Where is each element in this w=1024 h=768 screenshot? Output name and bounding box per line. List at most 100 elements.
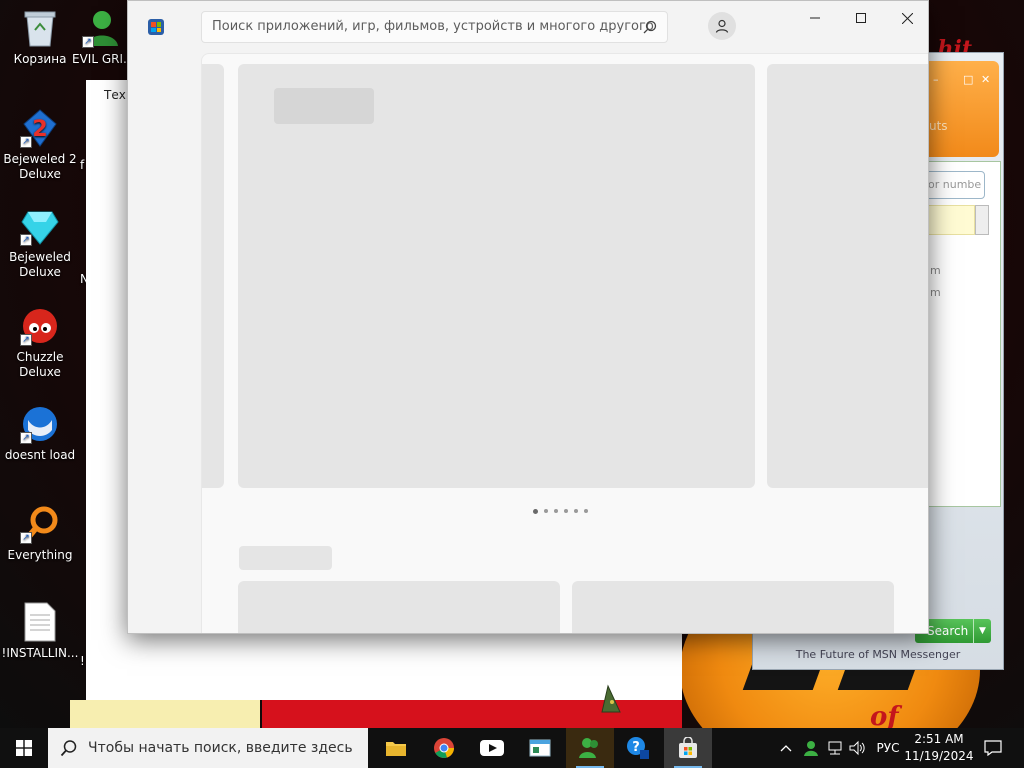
carousel-dot[interactable] <box>584 509 588 513</box>
chevron-up-icon <box>780 745 792 752</box>
carousel-dots[interactable] <box>533 509 588 514</box>
msn-buddy-icon <box>804 741 818 756</box>
store-search-input[interactable]: Поиск приложений, игр, фильмов, устройст… <box>201 11 668 43</box>
msn-list-fragment: m <box>930 286 941 299</box>
desktop-fragment-f: f <box>80 158 85 172</box>
speaker-icon <box>849 740 865 756</box>
tray-messenger[interactable] <box>800 728 822 768</box>
desktop-icon-label: EVIL GRI... <box>72 52 132 66</box>
maximize-button[interactable] <box>838 1 884 35</box>
carousel-title-placeholder <box>274 88 374 124</box>
maximize-icon <box>856 13 866 23</box>
taskbar-file-explorer[interactable] <box>372 728 420 768</box>
chrome-icon <box>434 738 454 758</box>
carousel-card-next[interactable] <box>767 64 928 488</box>
desktop-fragment-excl: ! <box>80 654 85 668</box>
desktop-icon-label: Chuzzle Deluxe <box>16 350 64 379</box>
desktop-icon-recycle-bin[interactable]: Корзина <box>0 8 80 67</box>
chevron-down-icon[interactable]: ▼ <box>973 619 991 643</box>
tray-language[interactable]: РУС <box>872 728 904 768</box>
taskbar: Чтобы начать поиск, введите здесь ? РУС … <box>0 728 1024 768</box>
carousel-dot[interactable] <box>544 509 548 513</box>
msn-header-fragment: uts <box>929 119 948 133</box>
tray-notifications[interactable] <box>978 728 1008 768</box>
carousel-dot[interactable] <box>533 509 538 514</box>
msn-buddy-icon: ↗ <box>82 8 122 48</box>
msn-search-input[interactable]: or numbe <box>923 171 985 199</box>
carousel-card-previous[interactable] <box>202 64 224 488</box>
taskbar-microsoft-store[interactable] <box>664 728 712 768</box>
navigation-rail <box>128 53 201 633</box>
minimize-button[interactable] <box>792 1 838 35</box>
tray-volume[interactable] <box>846 728 868 768</box>
shortcut-arrow-icon: ↗ <box>20 234 32 246</box>
taskbar-help[interactable]: ? <box>614 728 662 768</box>
desktop-icon-label: !INSTALLIN... <box>1 646 79 660</box>
msn-buddy-icon <box>579 738 598 758</box>
taskbar-youtube[interactable] <box>468 728 516 768</box>
clock-time: 2:51 AM <box>914 732 964 746</box>
bejeweled-2-icon: 2 ↗ <box>20 108 60 148</box>
microsoft-store-window[interactable]: Поиск приложений, игр, фильмов, устройст… <box>127 0 929 634</box>
notification-icon <box>984 740 1002 756</box>
recycle-bin-icon <box>20 8 60 48</box>
search-icon <box>60 740 77 757</box>
windows-logo-icon <box>16 740 32 756</box>
shortcut-arrow-icon: ↗ <box>20 532 32 544</box>
shortcut-arrow-icon: ↗ <box>20 334 32 346</box>
desktop-icon-evil-grin[interactable]: ↗ EVIL GRI... <box>72 8 132 67</box>
msn-list-fragment: m <box>930 264 941 277</box>
shortcut-arrow-icon: ↗ <box>82 36 94 48</box>
taskbar-msn-messenger[interactable] <box>566 728 614 768</box>
taskbar-search-placeholder: Чтобы начать поиск, введите здесь <box>88 740 353 756</box>
carousel-dot[interactable] <box>554 509 558 513</box>
shortcut-arrow-icon: ↗ <box>20 432 32 444</box>
taskbar-chrome[interactable] <box>420 728 468 768</box>
folder-icon <box>386 742 406 756</box>
desktop-icon-bejeweled[interactable]: ↗ Bejeweled Deluxe <box>0 206 80 280</box>
search-icon[interactable] <box>643 20 657 34</box>
store-search-placeholder: Поиск приложений, игр, фильмов, устройст… <box>212 19 654 34</box>
wizard-hat-icon <box>601 684 621 713</box>
close-button[interactable] <box>884 1 928 35</box>
msn-search-label: Search <box>927 624 969 638</box>
svg-text:?: ? <box>632 740 640 755</box>
taskbar-notepad[interactable] <box>516 728 564 768</box>
network-icon <box>828 741 842 755</box>
desktop-icon-chuzzle[interactable]: ↗ Chuzzle Deluxe <box>0 306 80 380</box>
account-avatar-icon[interactable] <box>708 12 736 40</box>
desktop-icon-bejeweled-2[interactable]: 2 ↗ Bejeweled 2 Deluxe <box>0 108 80 182</box>
taskbar-search-box[interactable]: Чтобы начать поиск, введите здесь <box>48 728 368 768</box>
close-icon[interactable]: ✕ <box>981 74 991 85</box>
desktop-icon-label: Bejeweled Deluxe <box>9 250 71 279</box>
msn-scrollbar[interactable] <box>975 205 989 235</box>
carousel-dot[interactable] <box>574 509 578 513</box>
store-bag-icon <box>679 737 697 758</box>
wallpaper-yellow-strip <box>70 700 260 728</box>
tray-network[interactable] <box>824 728 846 768</box>
start-button[interactable] <box>0 728 48 768</box>
carousel-dot[interactable] <box>564 509 568 513</box>
desktop-icon-label: doesnt load <box>4 448 76 462</box>
store-titlebar[interactable]: Поиск приложений, игр, фильмов, устройст… <box>128 1 928 53</box>
tray-overflow-chevron[interactable] <box>774 728 798 768</box>
desktop-icon-doesnt-load[interactable]: ↗ doesnt load <box>0 404 80 463</box>
tile-placeholder[interactable] <box>238 581 560 633</box>
thunderbird-icon: ↗ <box>20 404 60 444</box>
desktop-icon-installing[interactable]: !INSTALLIN... <box>0 602 80 661</box>
desktop-icon-label: Корзина <box>13 52 67 66</box>
maximize-icon[interactable]: □ <box>963 74 973 85</box>
msn-footer: The Future of MSN Messenger <box>795 648 961 661</box>
everything-search-icon: ↗ <box>20 504 60 544</box>
msn-notice-bar <box>927 205 975 235</box>
minimize-icon <box>810 17 820 19</box>
tile-placeholder[interactable] <box>572 581 894 633</box>
tray-clock[interactable]: 2:51 AM 11/19/2024 <box>904 731 974 765</box>
carousel-card-main[interactable] <box>238 64 755 488</box>
store-content-area <box>201 53 928 633</box>
help-icon: ? <box>627 737 649 759</box>
desktop-icon-label: Bejeweled 2 Deluxe <box>3 152 77 181</box>
desktop-icon-everything[interactable]: ↗ Everything <box>0 504 80 563</box>
youtube-icon <box>480 740 504 756</box>
minimize-icon[interactable]: – <box>933 74 943 85</box>
